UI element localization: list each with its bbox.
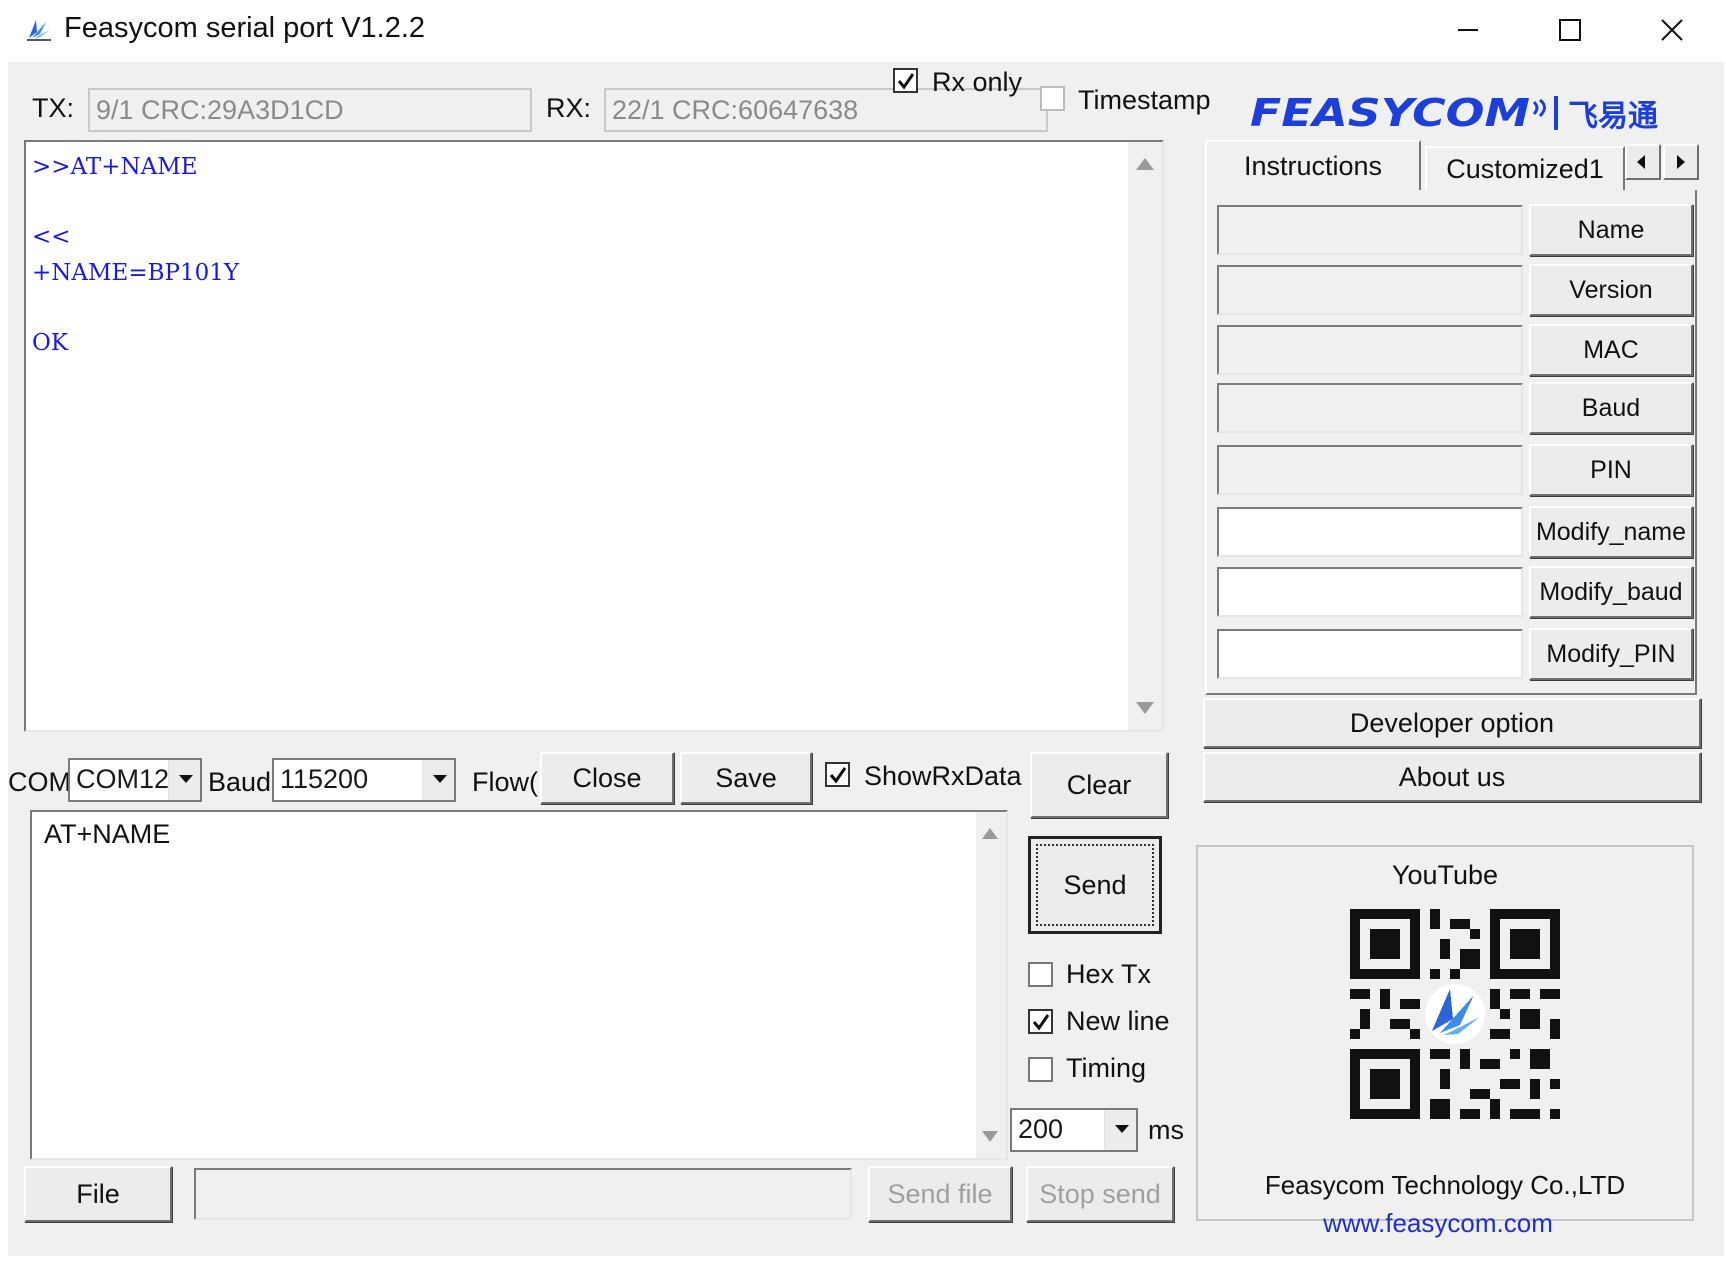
rx-label: RX: xyxy=(546,93,592,123)
flow-control-label: Flow( xyxy=(472,767,538,797)
developer-option-button[interactable]: Developer option xyxy=(1203,698,1701,748)
new-line-label: New line xyxy=(1066,1006,1170,1036)
timestamp-checkbox[interactable] xyxy=(1040,86,1065,111)
close-port-button[interactable]: Close xyxy=(540,752,674,804)
tab-scroll-left-button[interactable] xyxy=(1625,144,1661,180)
send-input[interactable]: AT+NAME xyxy=(30,810,1008,1160)
timestamp-label: Timestamp xyxy=(1078,85,1211,115)
rx-only-checkbox[interactable] xyxy=(893,68,918,93)
mac-command-field[interactable] xyxy=(1217,325,1523,375)
show-rx-data-checkbox[interactable] xyxy=(825,762,850,787)
modify-pin-button[interactable]: Modify_PIN xyxy=(1529,628,1693,680)
com-port-value: COM12 xyxy=(76,764,170,794)
maximize-button[interactable] xyxy=(1520,6,1620,54)
hex-tx-label: Hex Tx xyxy=(1066,959,1152,989)
save-button[interactable]: Save xyxy=(680,752,812,804)
receive-line: >>AT+NAME xyxy=(32,154,198,180)
feasycom-logo: FEASYCOM 飞易通 xyxy=(1250,91,1658,134)
feasycom-app-icon xyxy=(27,20,51,41)
tab-instructions[interactable]: Instructions xyxy=(1205,140,1421,190)
logo-chinese-text: 飞易通 xyxy=(1568,99,1658,134)
maximize-icon xyxy=(1559,19,1581,41)
name-button[interactable]: Name xyxy=(1529,204,1693,256)
timing-interval-select[interactable]: 200 xyxy=(1010,1108,1138,1152)
tx-label: TX: xyxy=(32,93,75,123)
modify-pin-field[interactable] xyxy=(1217,629,1523,679)
instructions-panel: Name Version MAC Baud PIN Modify_name Mo… xyxy=(1205,190,1697,695)
command-tabs: Instructions Customized1 xyxy=(1205,140,1699,192)
clear-button[interactable]: Clear xyxy=(1030,752,1168,818)
minimize-icon xyxy=(1458,29,1478,31)
modify-name-field[interactable] xyxy=(1217,507,1523,557)
send-scrollbar[interactable] xyxy=(976,812,1006,1158)
chevron-left-icon xyxy=(1637,155,1645,169)
company-name: Feasycom Technology Co.,LTD xyxy=(1264,1170,1626,1200)
baud-label: Baud xyxy=(208,767,272,797)
checkmark-icon xyxy=(829,767,847,784)
baud-button[interactable]: Baud xyxy=(1529,382,1693,434)
receive-line: << xyxy=(32,224,71,250)
send-file-button[interactable]: Send file xyxy=(868,1166,1012,1222)
version-command-field[interactable] xyxy=(1217,265,1523,315)
tab-scroll-right-button[interactable] xyxy=(1663,144,1699,180)
new-line-checkbox[interactable] xyxy=(1028,1009,1053,1034)
receive-log[interactable]: >>AT+NAME << +NAME=BP101Y OK xyxy=(24,140,1164,732)
scroll-up-icon[interactable] xyxy=(982,828,998,839)
send-button[interactable]: Send xyxy=(1028,836,1162,934)
version-button[interactable]: Version xyxy=(1529,264,1693,316)
receive-scrollbar[interactable] xyxy=(1128,142,1162,730)
tab-customized1[interactable]: Customized1 xyxy=(1425,146,1625,190)
youtube-label: YouTube xyxy=(1391,860,1499,890)
pin-button[interactable]: PIN xyxy=(1529,444,1693,496)
title-bar: Feasycom serial port V1.2.2 xyxy=(0,0,1726,62)
show-rx-data-label: ShowRxData xyxy=(864,761,1022,791)
baud-rate-select[interactable]: 115200 xyxy=(272,758,456,802)
timing-interval-value: 200 xyxy=(1018,1114,1064,1144)
baud-command-field[interactable] xyxy=(1217,383,1523,433)
scroll-up-icon[interactable] xyxy=(1136,158,1154,170)
modify-baud-field[interactable] xyxy=(1217,567,1523,617)
logo-divider xyxy=(1554,96,1558,130)
checkmark-icon xyxy=(897,73,915,90)
chevron-down-icon[interactable] xyxy=(1104,1110,1136,1150)
hex-tx-checkbox[interactable] xyxy=(1028,962,1053,987)
close-window-button[interactable] xyxy=(1622,6,1722,54)
interval-unit-label: ms xyxy=(1148,1115,1184,1145)
pin-command-field[interactable] xyxy=(1217,445,1523,495)
youtube-qr-code xyxy=(1350,909,1560,1119)
stop-send-button[interactable]: Stop send xyxy=(1026,1166,1174,1222)
website-link[interactable]: www.feasycom.com xyxy=(1198,1207,1678,1238)
signal-icon xyxy=(1532,98,1546,118)
tx-counter-field: 9/1 CRC:29A3D1CD xyxy=(88,88,532,132)
com-port-select[interactable]: COM12 xyxy=(68,758,202,802)
minimize-button[interactable] xyxy=(1418,6,1518,54)
name-command-field[interactable] xyxy=(1217,205,1523,255)
focus-ring xyxy=(1036,844,1154,926)
close-icon xyxy=(1661,19,1683,41)
mac-button[interactable]: MAC xyxy=(1529,324,1693,376)
modify-baud-button[interactable]: Modify_baud xyxy=(1529,566,1693,618)
chevron-down-icon[interactable] xyxy=(168,760,200,800)
rx-only-label: Rx only xyxy=(932,67,1023,97)
chevron-down-icon[interactable] xyxy=(422,760,454,800)
scroll-down-icon[interactable] xyxy=(1136,702,1154,714)
chevron-right-icon xyxy=(1677,155,1685,169)
promo-panel: YouTube Feasycom Technology Co.,LTD www.… xyxy=(1196,845,1694,1238)
timing-checkbox[interactable] xyxy=(1028,1057,1053,1082)
send-text: AT+NAME xyxy=(44,819,171,849)
about-us-button[interactable]: About us xyxy=(1203,752,1701,802)
modify-name-button[interactable]: Modify_name xyxy=(1529,506,1693,558)
file-button[interactable]: File xyxy=(24,1166,172,1222)
file-path-field[interactable] xyxy=(194,1168,852,1220)
scroll-down-icon[interactable] xyxy=(982,1131,998,1142)
logo-text: FEASYCOM xyxy=(1250,91,1530,134)
timing-label: Timing xyxy=(1066,1053,1147,1083)
receive-line: OK xyxy=(32,330,69,356)
receive-line: +NAME=BP101Y xyxy=(32,260,240,286)
baud-rate-value: 115200 xyxy=(280,764,369,794)
checkmark-icon xyxy=(1032,1014,1050,1031)
window-title: Feasycom serial port V1.2.2 xyxy=(64,12,426,44)
com-label: COM xyxy=(8,767,71,797)
